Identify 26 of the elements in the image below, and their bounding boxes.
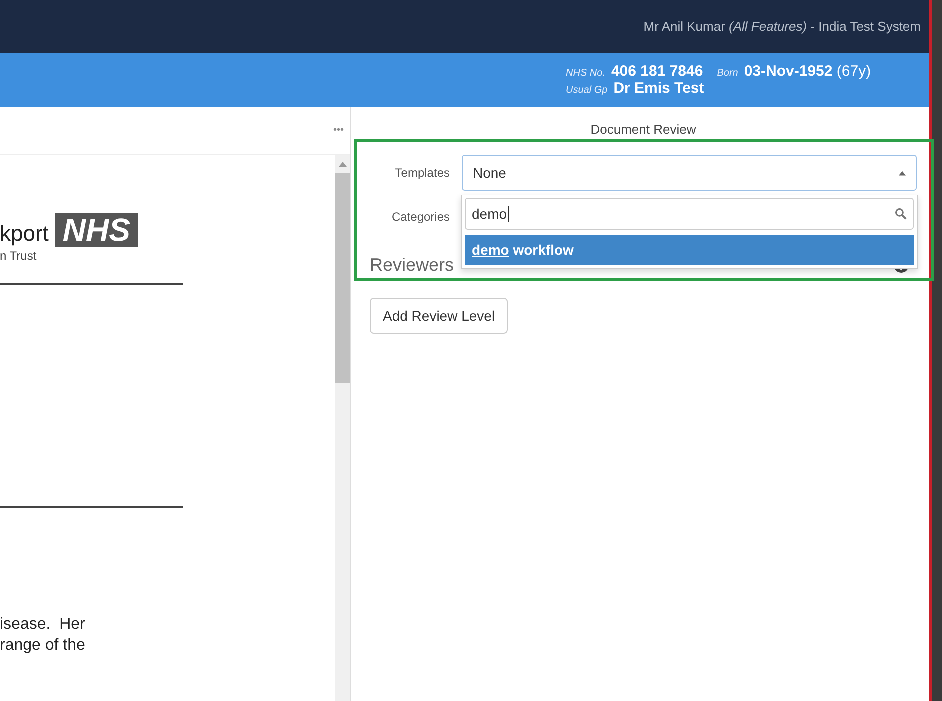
- document-text-line: isease. Her: [0, 615, 86, 635]
- nhs-number: 406 181 7846: [611, 63, 704, 80]
- dropdown-option[interactable]: demo workflow: [465, 235, 914, 265]
- born-label: Born: [717, 68, 738, 79]
- nhs-number-label: NHS No.: [566, 68, 606, 79]
- field-label: Categories: [390, 210, 450, 224]
- caret-icon: [899, 170, 906, 176]
- gp-name: Dr Emis Test: [614, 80, 704, 97]
- usual-gp-label: Usual Gp: [566, 85, 608, 96]
- templates-select[interactable]: None: [462, 155, 917, 191]
- search-icon: [895, 208, 907, 220]
- field-label: Templates: [394, 166, 450, 180]
- scrollbar[interactable]: [335, 155, 350, 701]
- add-review-level-button[interactable]: Add Review Level: [370, 298, 508, 334]
- panel-title: Document Review: [590, 121, 698, 139]
- birth-date: 03-Nov-1952 (67y): [744, 63, 872, 80]
- organisation-subtitle: n Trust: [0, 249, 38, 263]
- nhs-logo: NHS: [54, 213, 138, 247]
- scroll-up-icon[interactable]: [338, 162, 346, 167]
- organisation-name: kport: [0, 221, 49, 247]
- search-field[interactable]: demo: [465, 198, 914, 230]
- more-menu-button[interactable]: •••: [333, 125, 344, 136]
- document-text-line: range of the: [0, 636, 86, 656]
- scrollbar-thumb[interactable]: [335, 173, 350, 383]
- reviewers-heading: Reviewers: [370, 255, 454, 276]
- user-system-text: Mr Anil Kumar (All Features) - India Test System: [644, 19, 921, 34]
